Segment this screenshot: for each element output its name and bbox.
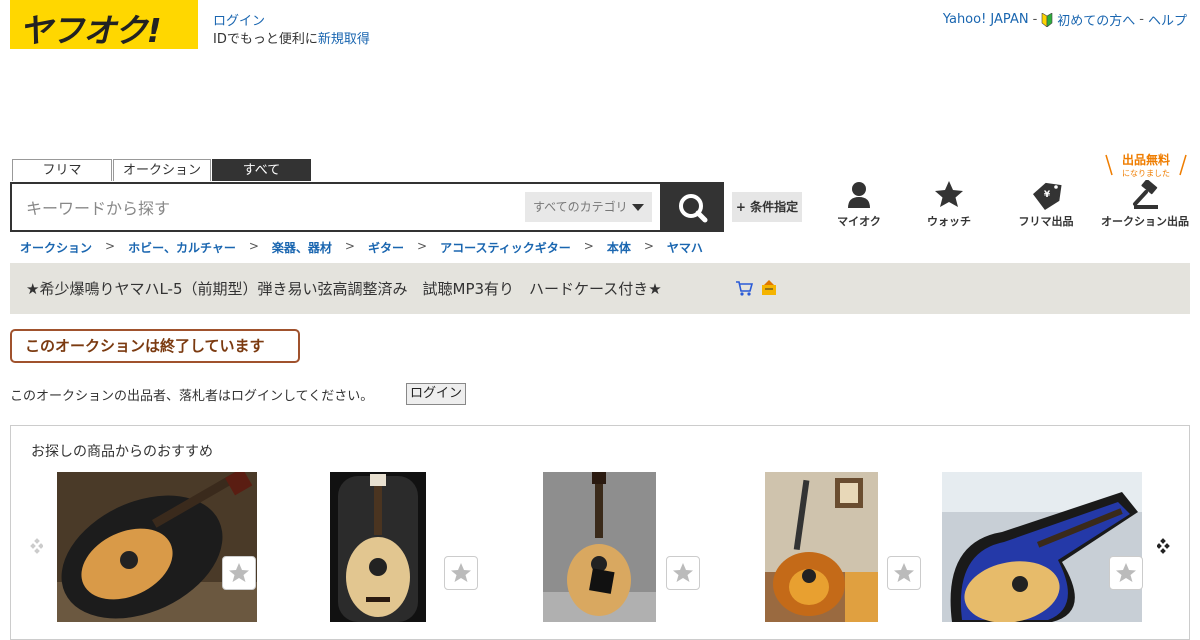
login-message: このオークションの出品者、落札者はログインしてください。 (10, 389, 374, 404)
acoustic-guitar-in-black-case-image (57, 472, 257, 622)
recommendations-title: お探しの商品からのおすすめ (31, 444, 213, 460)
category-select[interactable]: すべてのカテゴリ (525, 192, 652, 222)
breadcrumb-separator: > (344, 239, 355, 253)
nav-label: オークション出品 (1101, 215, 1189, 228)
person-icon (848, 182, 870, 208)
search-tabs: フリマ オークション すべて (12, 159, 311, 181)
breadcrumb-separator: > (583, 239, 594, 253)
breadcrumb-item[interactable]: 楽器、器材 (272, 239, 332, 256)
login-button[interactable]: ログイン (406, 383, 466, 405)
breadcrumb-item[interactable]: ホビー、カルチャー (128, 239, 236, 256)
star-icon (1116, 563, 1136, 582)
star-icon (673, 563, 693, 582)
search-button[interactable] (662, 182, 724, 232)
watch-star-button[interactable] (444, 556, 478, 590)
breadcrumb-item[interactable]: ギター (368, 239, 404, 256)
login-note-text: IDでもっと便利に (213, 32, 318, 47)
condition-button[interactable]: + 条件指定 (732, 192, 802, 222)
carousel-next-icon[interactable] (1157, 531, 1173, 561)
breadcrumb-item[interactable]: オークション (20, 239, 92, 256)
link-separator: - (1139, 12, 1144, 27)
price-tag-icon: ¥ (1032, 182, 1062, 210)
link-separator: - (1032, 12, 1038, 27)
breadcrumb-item[interactable]: 本体 (607, 239, 631, 256)
recommendation-image[interactable] (942, 472, 1142, 622)
dreadnought-guitar-in-case-image (330, 472, 426, 622)
nav-label: ウォッチ (927, 215, 971, 228)
beginner-mark-icon (1041, 12, 1053, 27)
watch-star-button[interactable] (1109, 556, 1143, 590)
category-value: すべてのカテゴリ (533, 200, 628, 214)
tab-auction[interactable]: オークション (113, 159, 211, 181)
chevron-down-icon (632, 204, 644, 211)
badge-slash-icon (1105, 154, 1187, 176)
login-link[interactable]: ログイン (213, 10, 265, 29)
nav-myauction[interactable]: マイオク (819, 180, 899, 228)
search-box: すべてのカテゴリ (10, 182, 662, 232)
guitar-in-blue-lined-case-image (942, 472, 1142, 622)
tab-furima[interactable]: フリマ (12, 159, 112, 181)
register-link[interactable]: 新規取得 (318, 32, 370, 47)
breadcrumb-separator: > (643, 239, 654, 253)
breadcrumb-separator: > (417, 239, 428, 253)
star-icon (935, 181, 963, 207)
breadcrumb-separator: > (248, 239, 259, 253)
watch-star-button[interactable] (222, 556, 256, 590)
gavel-icon (1133, 179, 1158, 209)
free-listing-badge: 出品無料 になりました (1104, 151, 1188, 179)
auction-ended-label: このオークションは終了しています (10, 329, 300, 363)
watch-star-button[interactable] (666, 556, 700, 590)
acoustic-guitar-on-stand-image (543, 472, 656, 622)
shopping-cart-icon (736, 281, 753, 296)
breadcrumb-item[interactable]: ヤマハ (667, 239, 703, 256)
breadcrumb: オークション > ホビー、カルチャー > 楽器、器材 > ギター > アコースティックギ… (20, 239, 703, 256)
logo-text: ヤフオク! (19, 11, 161, 50)
nav-label: マイオク (837, 215, 881, 228)
nav-watch[interactable]: ウォッチ (909, 180, 989, 228)
search-input[interactable] (24, 196, 508, 220)
nav-label: フリマ出品 (1018, 215, 1074, 228)
help-link[interactable]: ヘルプ (1148, 10, 1187, 29)
carousel-prev-icon[interactable] (27, 531, 43, 561)
item-title: ★希少爆鳴りヤマハL-5（前期型）弾き易い弦高調整済み 試聴MP3有り ハードケ… (26, 280, 662, 298)
recommendation-image[interactable] (330, 472, 426, 622)
recommendation-image[interactable] (543, 472, 656, 622)
star-icon (894, 563, 914, 582)
recommendation-image[interactable] (765, 472, 878, 622)
top-links: Yahoo! JAPAN - 初めての方へ - ヘルプ (943, 10, 1187, 29)
fixed-price-icon (762, 280, 776, 295)
item-title-bar: ★希少爆鳴りヤマハL-5（前期型）弾き易い弦高調整済み 試聴MP3有り ハードケ… (10, 263, 1190, 314)
star-icon (229, 563, 249, 582)
beginners-link[interactable]: 初めての方へ (1057, 10, 1135, 29)
yahoo-japan-link[interactable]: Yahoo! JAPAN (943, 12, 1029, 27)
search-icon (679, 194, 708, 223)
star-icon (451, 563, 471, 582)
svg-text:¥: ¥ (1044, 190, 1051, 200)
watch-star-button[interactable] (887, 556, 921, 590)
login-note: IDでもっと便利に新規取得 (213, 28, 370, 47)
nav-furima-sell[interactable]: ¥ フリマ出品 (1006, 180, 1086, 228)
tab-all[interactable]: すべて (212, 159, 311, 181)
breadcrumb-item[interactable]: アコースティックギター (440, 239, 571, 256)
recommendation-image[interactable] (57, 472, 257, 622)
sunburst-guitar-in-room-image (765, 472, 878, 622)
yahuoku-logo[interactable]: ヤフオク! (10, 0, 198, 50)
breadcrumb-separator: > (105, 239, 116, 253)
recommendations-panel: お探しの商品からのおすすめ (10, 425, 1190, 640)
nav-auction-sell[interactable]: オークション出品 (1100, 179, 1190, 228)
